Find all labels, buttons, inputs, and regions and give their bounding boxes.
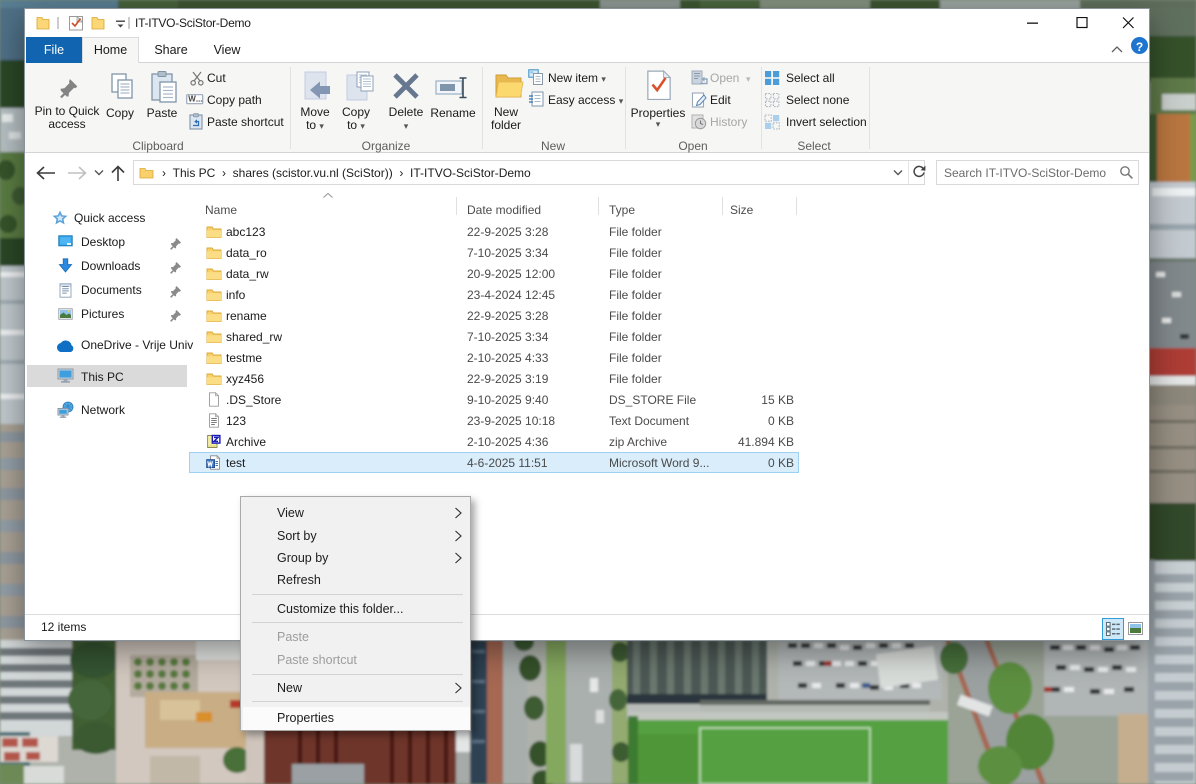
svg-text:W: W [188,95,196,104]
